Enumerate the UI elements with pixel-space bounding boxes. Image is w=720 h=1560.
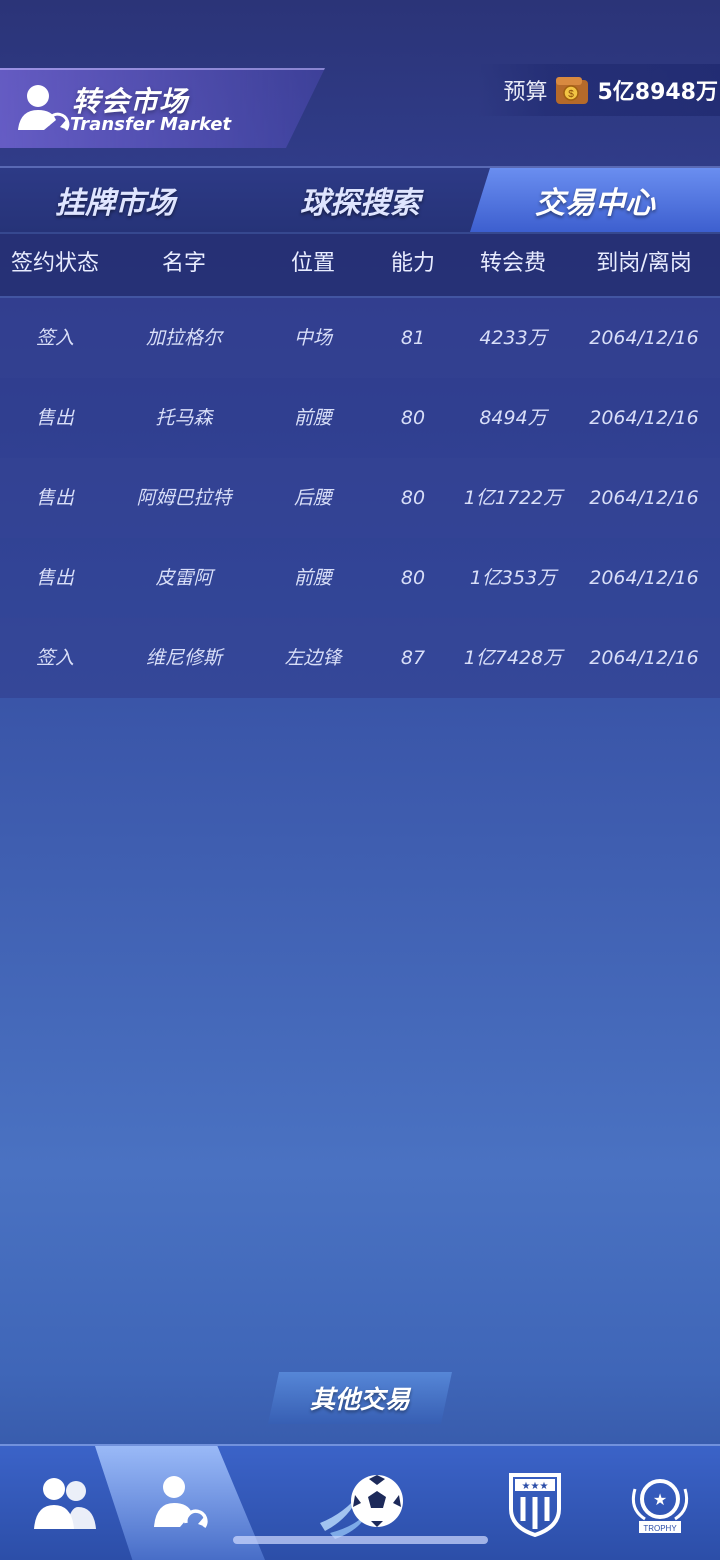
- tab-bar: 挂牌市场 球探搜索 交易中心: [0, 166, 720, 234]
- row-fee: 1亿353万: [469, 567, 557, 589]
- club-crest-icon: ★★★: [505, 1469, 565, 1537]
- table-row[interactable]: 售出 托马森 前腰 80 8494万 2064/12/16: [0, 378, 720, 458]
- row-fee: 1亿1722万: [463, 487, 563, 509]
- row-date: 2064/12/16: [589, 487, 699, 509]
- page-header: 转会市场 Transfer Market: [0, 68, 325, 148]
- soccer-ball-icon: [315, 1463, 415, 1543]
- budget-value: 5亿8948万: [597, 80, 718, 105]
- row-position: 前腰: [293, 567, 332, 589]
- table-row[interactable]: 售出 皮雷阿 前腰 80 1亿353万 2064/12/16: [0, 538, 720, 618]
- tab-trade-center[interactable]: 交易中心: [470, 168, 720, 232]
- column-header-fee: 转会费: [479, 251, 546, 276]
- svg-text:★: ★: [653, 1490, 667, 1509]
- row-position: 前腰: [293, 407, 332, 429]
- transfer-person-icon: [14, 80, 72, 138]
- row-status: 售出: [35, 407, 74, 429]
- transaction-list: 签入 加拉格尔 中场 81 4233万 2064/12/16 售出 托马森 前腰…: [0, 298, 720, 698]
- row-position: 后腰: [293, 487, 332, 509]
- nav-club[interactable]: ★★★: [470, 1446, 600, 1560]
- tab-scout-search[interactable]: 球探搜索: [240, 168, 480, 232]
- row-name: 皮雷阿: [155, 567, 213, 589]
- page-subtitle: Transfer Market: [70, 114, 232, 135]
- home-indicator[interactable]: [233, 1536, 488, 1544]
- row-status: 签入: [35, 327, 74, 349]
- column-header-ability: 能力: [390, 251, 435, 276]
- column-header-position: 位置: [290, 251, 335, 276]
- tab-listing-market[interactable]: 挂牌市场: [0, 168, 230, 232]
- table-row[interactable]: 签入 维尼修斯 左边锋 87 1亿7428万 2064/12/16: [0, 618, 720, 698]
- table-row[interactable]: 售出 阿姆巴拉特 后腰 80 1亿1722万 2064/12/16: [0, 458, 720, 538]
- row-name: 维尼修斯: [145, 647, 222, 669]
- row-status: 售出: [35, 487, 74, 509]
- table-row[interactable]: 签入 加拉格尔 中场 81 4233万 2064/12/16: [0, 298, 720, 378]
- trophy-icon: ★ TROPHY: [625, 1469, 695, 1537]
- row-name: 加拉格尔: [145, 327, 222, 349]
- transfer-icon: [148, 1471, 212, 1535]
- wallet-icon: $: [555, 75, 589, 105]
- table-header: 签约状态 名字 位置 能力 转会费 到岗/离岗: [0, 232, 720, 298]
- other-trade-button[interactable]: 其他交易: [268, 1372, 452, 1424]
- nav-trophy[interactable]: ★ TROPHY: [600, 1446, 720, 1560]
- column-header-date: 到岗/离岗: [596, 251, 692, 276]
- row-fee: 8494万: [479, 407, 547, 429]
- row-ability: 87: [400, 647, 426, 669]
- row-date: 2064/12/16: [589, 327, 699, 349]
- team-icon: [30, 1473, 100, 1533]
- row-position: 左边锋: [284, 647, 342, 669]
- column-header-name: 名字: [161, 251, 206, 276]
- trophy-text: TROPHY: [643, 1524, 677, 1533]
- row-ability: 81: [400, 327, 426, 349]
- budget-display: 预算 $ 5亿8948万: [478, 64, 720, 116]
- row-date: 2064/12/16: [589, 567, 699, 589]
- row-ability: 80: [400, 567, 426, 589]
- row-ability: 80: [400, 407, 426, 429]
- row-name: 托马森: [155, 407, 213, 429]
- budget-label: 预算: [503, 80, 548, 105]
- row-name: 阿姆巴拉特: [136, 487, 232, 509]
- row-position: 中场: [293, 327, 332, 349]
- row-status: 售出: [35, 567, 74, 589]
- row-ability: 80: [400, 487, 426, 509]
- column-header-status: 签约状态: [10, 251, 99, 276]
- row-fee: 1亿7428万: [463, 647, 563, 669]
- row-date: 2064/12/16: [589, 407, 699, 429]
- row-status: 签入: [35, 647, 74, 669]
- svg-text:$: $: [569, 89, 575, 100]
- svg-text:★★★: ★★★: [522, 1481, 549, 1492]
- row-date: 2064/12/16: [589, 647, 699, 669]
- row-fee: 4233万: [479, 327, 547, 349]
